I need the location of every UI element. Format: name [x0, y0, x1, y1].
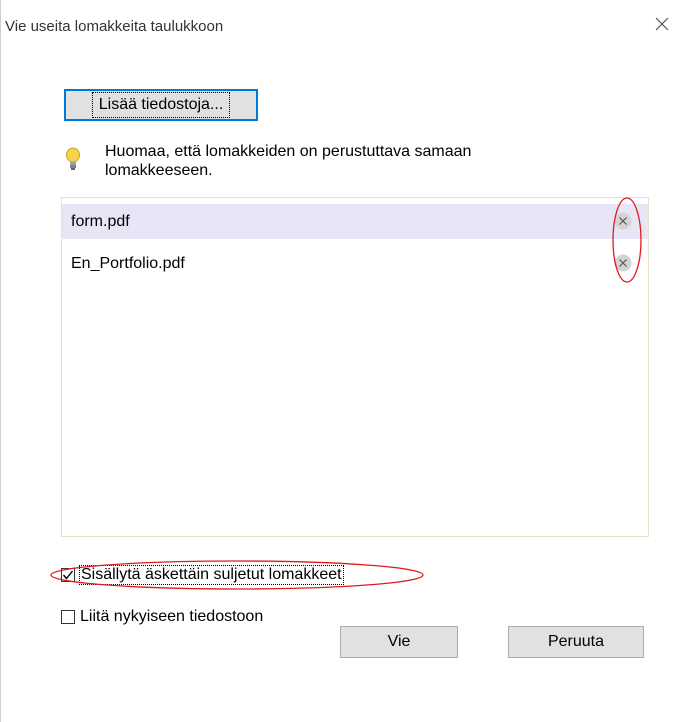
include-closed-checkbox[interactable]: Sisällytä äskettäin suljetut lomakkeet [61, 565, 344, 585]
checkbox-box[interactable] [61, 568, 75, 582]
include-closed-label: Sisällytä äskettäin suljetut lomakkeet [79, 565, 344, 585]
hint-text: Huomaa, että lomakkeiden on perustuttava… [105, 143, 472, 179]
lightbulb-icon [66, 147, 80, 170]
add-files-label: Lisää tiedostoja... [91, 92, 231, 118]
export-forms-dialog: Vie useita lomakkeita taulukkoon Lisää t… [0, 0, 686, 722]
dialog-title: Vie useita lomakkeita taulukkoon [5, 18, 224, 35]
list-item[interactable]: En_Portfolio.pdf [62, 246, 648, 281]
attach-current-label: Liitä nykyiseen tiedostoon [80, 608, 264, 625]
list-item[interactable]: form.pdf [62, 204, 648, 239]
export-button[interactable]: Vie [340, 626, 458, 658]
checkbox-box[interactable] [61, 610, 75, 624]
remove-icon[interactable] [614, 212, 632, 230]
file-list[interactable]: form.pdf En_Portfolio.pdf [61, 197, 649, 537]
attach-current-checkbox[interactable]: Liitä nykyiseen tiedostoon [61, 608, 263, 626]
add-files-button[interactable]: Lisää tiedostoja... [64, 89, 258, 121]
close-icon[interactable] [652, 14, 672, 34]
checkmark-icon [62, 570, 74, 580]
file-name: En_Portfolio.pdf [71, 254, 185, 272]
cancel-button[interactable]: Peruuta [508, 626, 644, 658]
remove-icon[interactable] [614, 254, 632, 272]
file-name: form.pdf [71, 212, 130, 230]
